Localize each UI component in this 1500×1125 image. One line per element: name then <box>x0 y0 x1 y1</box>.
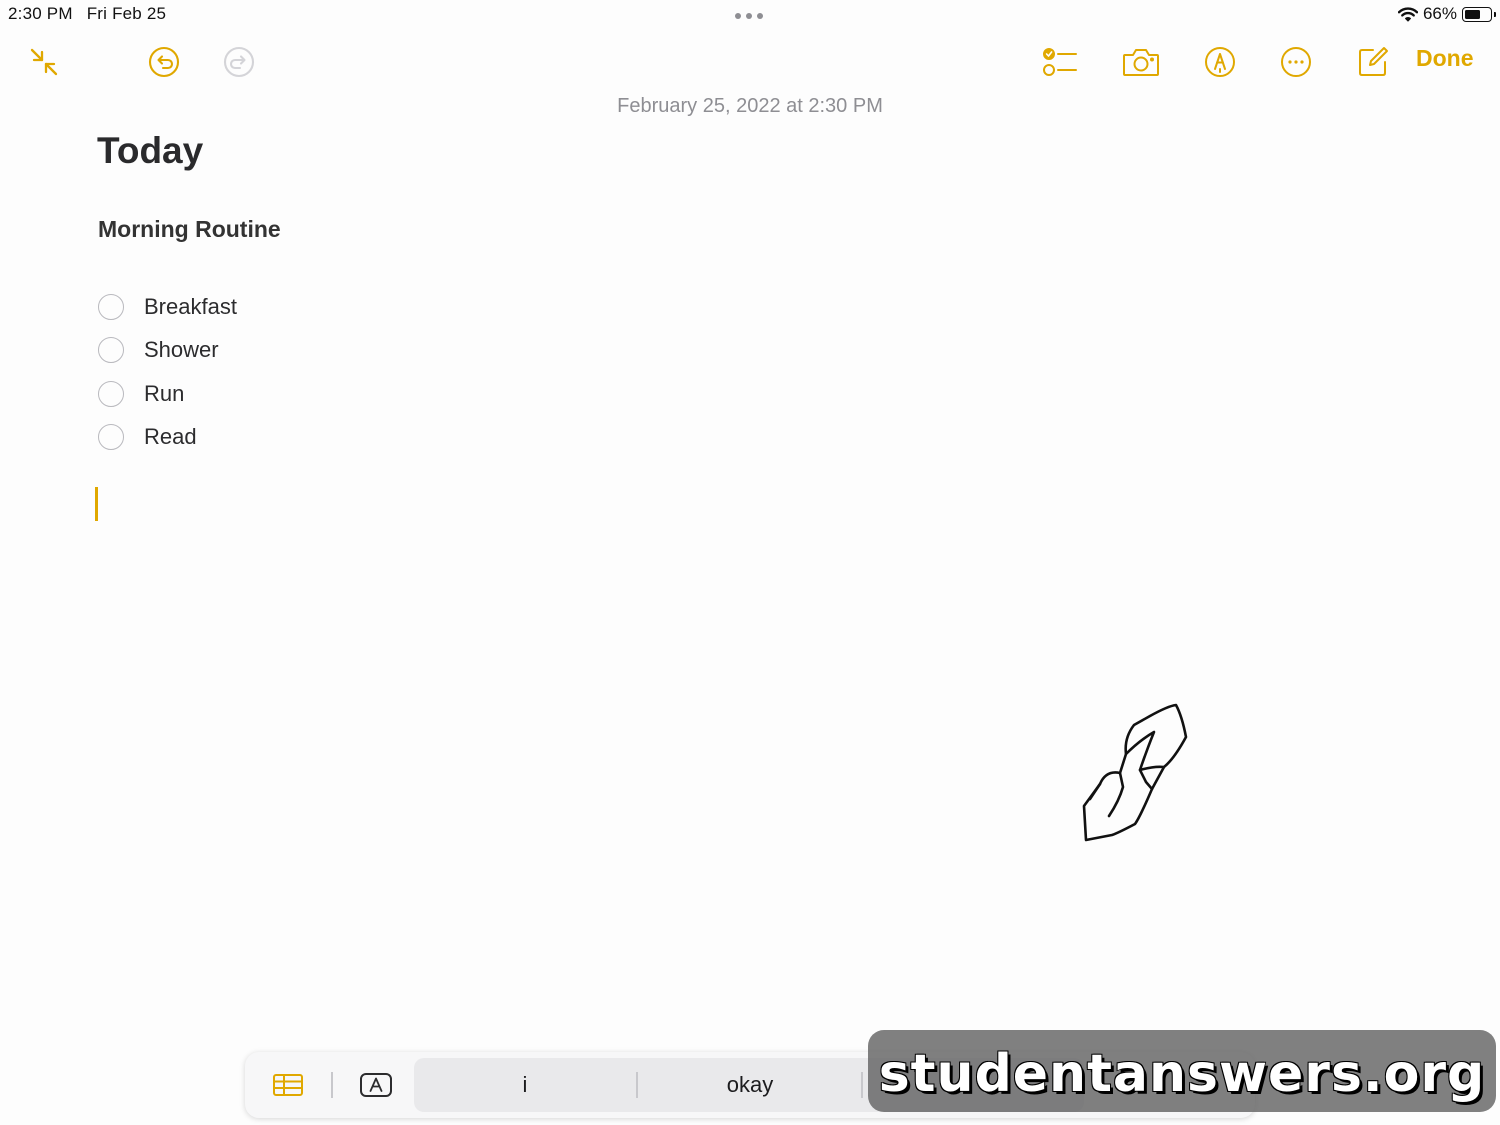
status-bar-right: 66% <box>1397 4 1496 24</box>
undo-button[interactable] <box>142 40 186 84</box>
checklist-item-text[interactable]: Read <box>144 424 197 450</box>
camera-icon <box>1123 49 1159 76</box>
status-bar-left: 2:30 PM Fri Feb 25 <box>8 4 166 24</box>
wifi-icon <box>1397 6 1418 22</box>
compose-icon <box>1359 47 1388 76</box>
suggestion-item[interactable]: okay <box>638 1058 862 1112</box>
watermark: studentanswers.org <box>878 1044 1486 1104</box>
checklist: Breakfast Shower Run Read <box>98 285 237 459</box>
table-icon <box>273 1074 303 1096</box>
checklist-item-text[interactable]: Breakfast <box>144 294 237 320</box>
checklist-item-text[interactable]: Run <box>144 381 184 407</box>
divider <box>861 1072 863 1098</box>
divider <box>331 1072 333 1098</box>
checklist-item[interactable]: Run <box>98 372 237 416</box>
table-button[interactable] <box>268 1067 308 1103</box>
note-timestamp: February 25, 2022 at 2:30 PM <box>617 95 883 117</box>
markup-button[interactable] <box>1198 40 1242 84</box>
battery-percent: 66% <box>1422 4 1457 23</box>
compose-button[interactable] <box>1351 40 1395 84</box>
markup-icon <box>1205 47 1235 77</box>
collapse-button[interactable] <box>22 40 66 84</box>
hand-drawing[interactable] <box>1078 700 1193 846</box>
checkbox[interactable] <box>98 293 124 320</box>
camera-button[interactable] <box>1119 40 1163 84</box>
status-date: Fri Feb 25 <box>86 4 167 23</box>
redo-button[interactable] <box>217 40 261 84</box>
text-cursor <box>95 487 98 521</box>
checklist-item[interactable]: Read <box>98 416 237 460</box>
done-button[interactable]: Done <box>1416 45 1474 72</box>
suggestion-item[interactable]: i <box>414 1058 636 1112</box>
checkbox[interactable] <box>98 424 124 451</box>
note-heading[interactable]: Morning Routine <box>98 216 281 243</box>
checklist-item-text[interactable]: Shower <box>144 337 219 363</box>
status-time: 2:30 PM <box>8 4 73 23</box>
checklist-icon <box>1043 48 1077 76</box>
checkbox[interactable] <box>98 380 124 407</box>
text-format-button[interactable] <box>356 1067 396 1103</box>
undo-icon <box>148 46 180 78</box>
battery-icon <box>1462 6 1496 22</box>
checklist-item[interactable]: Breakfast <box>98 285 237 329</box>
collapse-icon <box>30 48 58 76</box>
battery-level-fill <box>1465 9 1480 19</box>
checkbox[interactable] <box>98 337 124 364</box>
more-button[interactable] <box>1274 40 1318 84</box>
more-icon <box>1281 47 1311 77</box>
redo-icon <box>223 46 255 78</box>
checklist-button[interactable] <box>1038 40 1082 84</box>
note-title[interactable]: Today <box>97 130 203 172</box>
text-format-icon <box>360 1073 392 1097</box>
multitasking-dots-icon[interactable] <box>735 13 763 19</box>
checklist-item[interactable]: Shower <box>98 329 237 373</box>
